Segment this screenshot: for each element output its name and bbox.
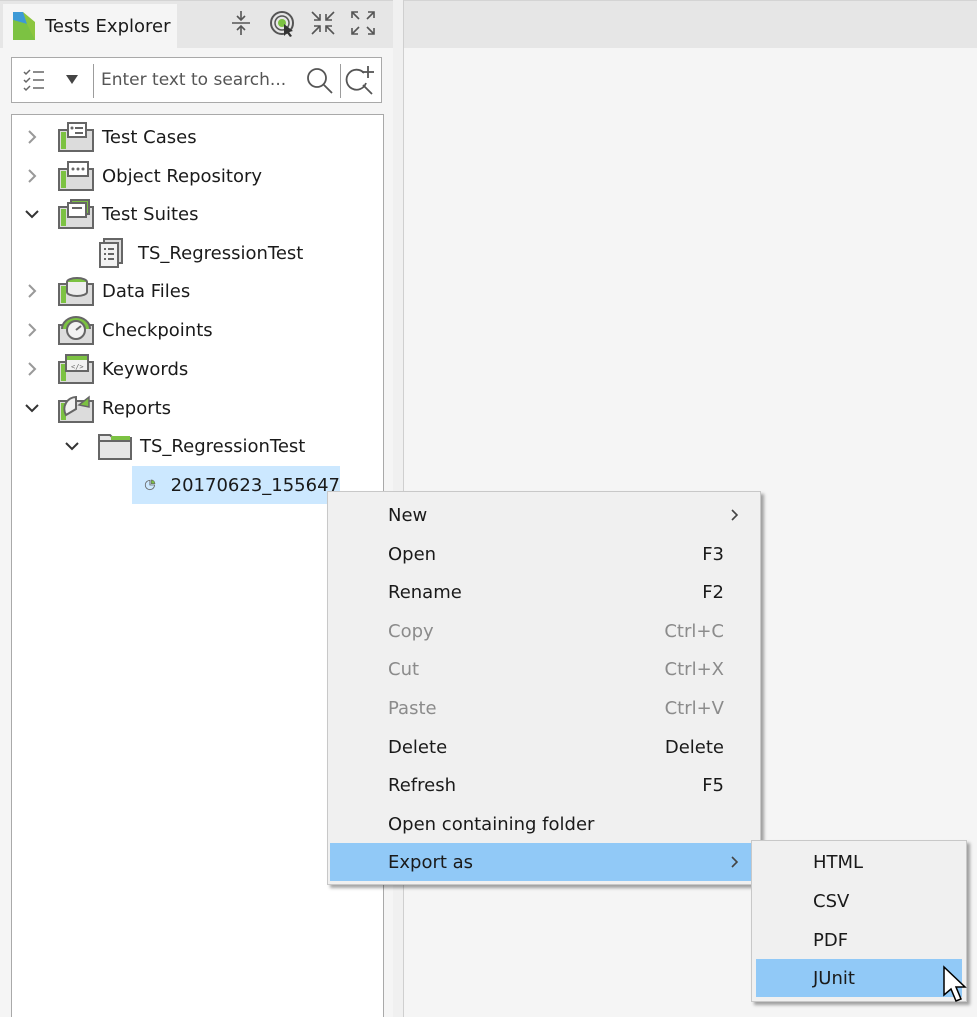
mouse-cursor-icon <box>943 965 967 1002</box>
menu-item-label: Rename <box>388 582 462 603</box>
tree-item-report[interactable]: 20170623_155647 <box>132 466 340 504</box>
tree-item-label: Data Files <box>102 280 191 302</box>
separator <box>93 64 94 98</box>
checkpoints-icon <box>58 316 94 345</box>
dropdown-arrow-icon[interactable] <box>66 75 78 85</box>
tree-item-label: Test Suites <box>102 203 199 225</box>
menu-item-paste[interactable]: Paste Ctrl+V <box>330 689 758 727</box>
export-junit[interactable]: JUnit <box>756 959 962 997</box>
export-csv[interactable]: CSV <box>756 882 962 920</box>
tree-item-label: TS_RegressionTest <box>138 242 304 264</box>
chevron-right-icon[interactable] <box>22 281 42 301</box>
menu-item-shortcut: Ctrl+C <box>664 621 724 642</box>
chevron-down-icon[interactable] <box>62 436 82 456</box>
minimize-icon[interactable] <box>308 8 338 38</box>
menu-item-copy[interactable]: Copy Ctrl+C <box>330 612 758 650</box>
menu-item-shortcut: Delete <box>664 737 724 758</box>
chevron-right-icon[interactable] <box>22 127 42 147</box>
chevron-right-icon[interactable] <box>22 320 42 340</box>
tree-item-reports[interactable]: Reports <box>22 389 171 427</box>
menu-item-shortcut: F3 <box>702 544 724 565</box>
menu-item-label: Open <box>388 544 437 565</box>
chevron-down-icon[interactable] <box>22 398 42 418</box>
tree-item-label: Test Cases <box>102 126 197 148</box>
reports-icon <box>58 395 94 423</box>
menu-item-delete[interactable]: Delete Delete <box>330 728 758 766</box>
submenu-arrow-icon <box>731 509 739 521</box>
menu-item-shortcut: F2 <box>702 582 724 603</box>
menu-item-label: Open containing folder <box>388 814 595 835</box>
menu-item-label: Cut <box>388 659 420 680</box>
checklist-filter-icon[interactable] <box>22 67 48 93</box>
submenu-item-label: HTML <box>813 852 864 873</box>
panel-tab-bar: Tests Explorer <box>0 0 393 48</box>
tree-item-label: Checkpoints <box>102 319 213 341</box>
menu-item-export-as[interactable]: Export as <box>330 843 758 881</box>
tree-item-label: Reports <box>102 397 172 419</box>
link-with-editor-icon[interactable] <box>268 8 298 38</box>
tree-item-keywords[interactable]: </> Keywords <box>22 350 188 388</box>
menu-item-label: New <box>388 505 428 526</box>
tree-item-label: Keywords <box>102 358 189 380</box>
submenu-arrow-icon <box>731 856 739 868</box>
separator <box>340 64 341 98</box>
svg-text:</>: </> <box>71 363 84 371</box>
context-menu: New Open F3 Rename F2 Copy Ctrl+C Cut Ct… <box>327 491 761 885</box>
menu-item-new[interactable]: New <box>330 496 758 534</box>
tree-item-label: TS_RegressionTest <box>140 435 306 457</box>
report-icon <box>144 479 156 491</box>
submenu-item-label: CSV <box>813 891 850 912</box>
menu-item-shortcut: Ctrl+V <box>664 698 724 719</box>
submenu-item-label: PDF <box>813 930 849 951</box>
menu-item-shortcut: Ctrl+X <box>664 659 724 680</box>
test-suite-file-icon <box>99 238 123 268</box>
tree-item-test-suites[interactable]: Test Suites <box>22 195 199 233</box>
chevron-right-icon[interactable] <box>22 359 42 379</box>
export-submenu: HTML CSV PDF JUnit <box>751 840 967 1002</box>
tree-item-object-repository[interactable]: Object Repository <box>22 157 262 195</box>
folder-icon <box>98 434 132 460</box>
menu-item-label: Paste <box>388 698 437 719</box>
menu-item-cut[interactable]: Cut Ctrl+X <box>330 650 758 688</box>
chevron-right-icon[interactable] <box>22 166 42 186</box>
collapse-all-icon[interactable] <box>226 8 256 38</box>
maximize-icon[interactable] <box>348 8 378 38</box>
menu-item-refresh[interactable]: Refresh F5 <box>330 766 758 804</box>
menu-item-open-containing-folder[interactable]: Open containing folder <box>330 805 758 843</box>
test-cases-icon <box>58 122 94 152</box>
test-suites-icon <box>58 199 94 229</box>
keywords-icon: </> <box>58 354 94 384</box>
export-html[interactable]: HTML <box>756 843 962 881</box>
export-pdf[interactable]: PDF <box>756 921 962 959</box>
menu-item-open[interactable]: Open F3 <box>330 535 758 573</box>
menu-item-rename[interactable]: Rename F2 <box>330 573 758 611</box>
tab-title: Tests Explorer <box>45 16 171 37</box>
menu-item-shortcut: F5 <box>702 775 724 796</box>
object-repository-icon <box>58 161 94 191</box>
menu-item-label: Copy <box>388 621 434 642</box>
menu-item-label: Refresh <box>388 775 456 796</box>
tree-item-label: Object Repository <box>102 165 263 187</box>
chevron-down-icon[interactable] <box>22 204 42 224</box>
advanced-search-icon[interactable] <box>344 64 378 98</box>
tree-item-test-suite[interactable]: TS_RegressionTest <box>98 234 303 272</box>
tree-item-report-folder[interactable]: TS_RegressionTest <box>62 427 305 465</box>
search-bar <box>11 57 382 103</box>
menu-item-label: Export as <box>388 852 474 873</box>
tree-item-checkpoints[interactable]: Checkpoints <box>22 311 213 349</box>
tree-item-label: 20170623_155647 <box>170 474 340 496</box>
submenu-item-label: JUnit <box>813 968 855 989</box>
katalon-logo-icon <box>13 12 35 40</box>
tab-tests-explorer[interactable]: Tests Explorer <box>3 4 177 48</box>
data-files-icon <box>58 277 94 306</box>
tree-item-test-cases[interactable]: Test Cases <box>22 118 197 156</box>
menu-item-label: Delete <box>388 737 448 758</box>
search-input[interactable] <box>101 64 301 96</box>
tree-item-data-files[interactable]: Data Files <box>22 272 190 310</box>
editor-tab-bar <box>404 0 977 48</box>
search-icon[interactable] <box>305 66 335 96</box>
